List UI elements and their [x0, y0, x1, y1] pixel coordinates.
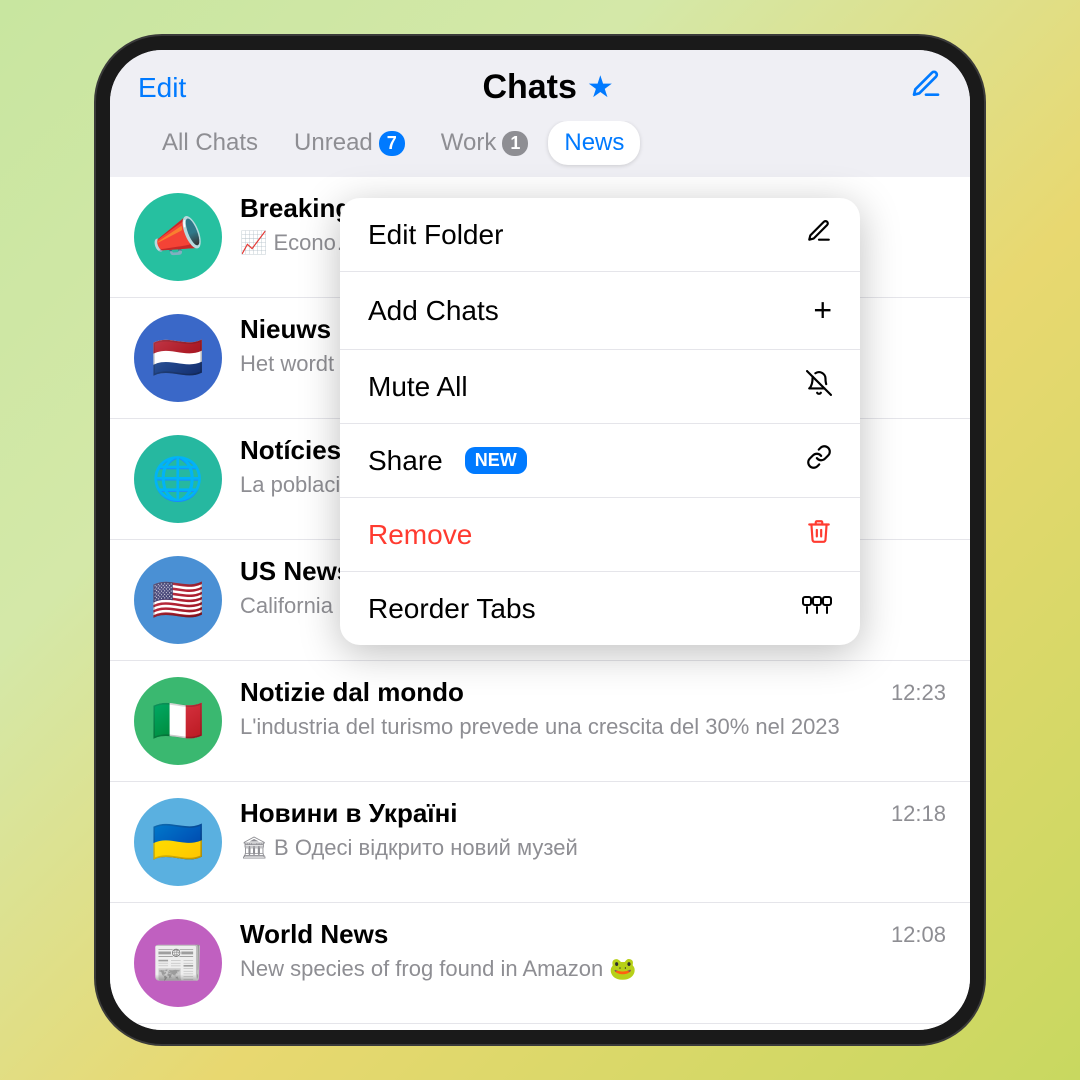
phone-frame: Edit Chats ★ All Chats Unre [0, 0, 1080, 1080]
avatar: 🇳🇱 [134, 314, 222, 402]
chat-header-row: World News 12:08 [240, 919, 946, 950]
chat-time: 12:18 [891, 801, 946, 827]
chat-preview: New species of frog found in Amazon 🐸 [240, 954, 946, 985]
edit-folder-icon [806, 218, 832, 251]
tabs-bar: All Chats Unread 7 Work 1 News [138, 121, 942, 177]
list-item[interactable]: 📰 World News 12:08 New species of frog f… [110, 903, 970, 1024]
menu-item-label: Mute All [368, 371, 468, 403]
tab-unread[interactable]: Unread 7 [278, 121, 421, 165]
menu-item-edit-folder[interactable]: Edit Folder [340, 198, 860, 272]
chat-name: Новини в Україні [240, 798, 458, 829]
tab-news[interactable]: News [548, 121, 640, 165]
unread-badge: 7 [379, 131, 405, 156]
menu-item-label: Add Chats [368, 295, 499, 327]
list-item[interactable]: 🇺🇦 Новини в Україні 12:18 🏛 В Одесі відк… [110, 782, 970, 903]
edit-button[interactable]: Edit [138, 72, 186, 104]
chat-preview: L'industria del turismo prevede una cres… [240, 712, 946, 743]
mute-icon [806, 370, 832, 403]
avatar: 🇺🇦 [134, 798, 222, 886]
new-badge: NEW [465, 447, 527, 474]
tab-all-chats[interactable]: All Chats [146, 121, 274, 165]
menu-item-share[interactable]: Share NEW [340, 424, 860, 498]
chat-time: 12:08 [891, 922, 946, 948]
share-label-area: Share NEW [368, 445, 527, 477]
menu-item-add-chats[interactable]: Add Chats + [340, 272, 860, 350]
chat-time: 12:23 [891, 680, 946, 706]
menu-item-mute-all[interactable]: Mute All [340, 350, 860, 424]
header: Edit Chats ★ All Chats Unre [110, 50, 970, 177]
menu-item-reorder-tabs[interactable]: Reorder Tabs [340, 572, 860, 645]
star-icon: ★ [587, 70, 614, 105]
avatar: 📣 [134, 193, 222, 281]
chat-name: Notizie dal mondo [240, 677, 464, 708]
chat-preview: 🏛 В Одесі відкрито новий музей [240, 833, 946, 864]
chat-content: Новини в Україні 12:18 🏛 В Одесі відкрит… [240, 798, 946, 864]
add-chats-icon: + [813, 292, 832, 329]
chat-content: World News 12:08 New species of frog fou… [240, 919, 946, 985]
reorder-icon [802, 592, 832, 625]
menu-item-remove[interactable]: Remove [340, 498, 860, 572]
list-item[interactable]: 🇮🇹 Notizie dal mondo 12:23 L'industria d… [110, 661, 970, 782]
avatar: 🇮🇹 [134, 677, 222, 765]
page-title: Chats [482, 68, 576, 107]
title-area: Chats ★ [482, 68, 613, 107]
avatar: 📰 [134, 919, 222, 1007]
menu-item-label: Edit Folder [368, 219, 503, 251]
chat-header-row: Notizie dal mondo 12:23 [240, 677, 946, 708]
chat-content: Notizie dal mondo 12:23 L'industria del … [240, 677, 946, 743]
chat-name: World News [240, 919, 388, 950]
trash-icon [806, 518, 832, 551]
work-badge: 1 [502, 131, 528, 156]
header-top: Edit Chats ★ [138, 68, 942, 107]
chat-header-row: Новини в Україні 12:18 [240, 798, 946, 829]
avatar: 🌐 [134, 435, 222, 523]
compose-button[interactable] [910, 68, 942, 107]
chat-name: US News [240, 556, 351, 587]
menu-item-label: Reorder Tabs [368, 593, 536, 625]
share-icon [806, 444, 832, 477]
context-menu: Edit Folder Add Chats + Mute All [340, 198, 860, 645]
menu-item-label: Share [368, 445, 443, 477]
avatar: 🇺🇸 [134, 556, 222, 644]
tab-work[interactable]: Work 1 [425, 121, 545, 165]
menu-item-label: Remove [368, 519, 472, 551]
phone-screen: Edit Chats ★ All Chats Unre [110, 50, 970, 1030]
